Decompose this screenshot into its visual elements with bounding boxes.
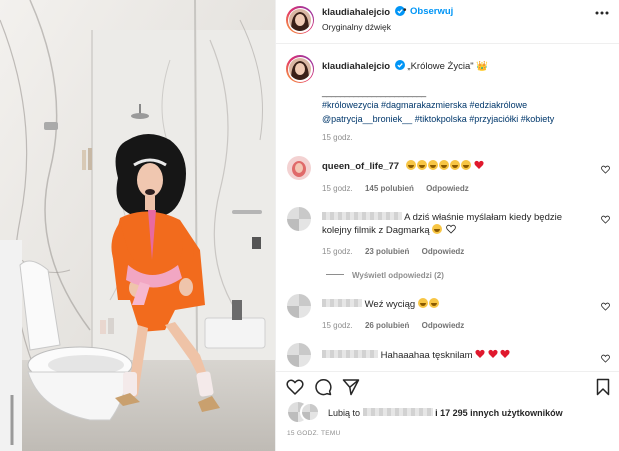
laughing-emoji-icon xyxy=(427,160,438,170)
verified-badge-icon xyxy=(394,60,405,70)
caption-hashtags: #królowezycia #dagmarakazmierska #edziak… xyxy=(322,98,582,126)
caption-avatar xyxy=(289,58,311,80)
comment-4-text: Hahaaahaa tęsknilam xyxy=(380,350,473,361)
comment-2-meta: 15 godz. 23 polubień Odpowiedz xyxy=(322,247,464,256)
red-heart-emoji-icon xyxy=(488,349,498,358)
comment-3-meta: 15 godz. 26 polubień Odpowiedz xyxy=(322,321,464,330)
header-username[interactable]: klaudiahalejcio xyxy=(322,6,405,18)
laughing-emoji-icon xyxy=(405,160,416,170)
comment-3-likes[interactable]: 26 polubień xyxy=(365,321,409,330)
heart-icon[interactable] xyxy=(601,302,610,311)
comment-2-likes[interactable]: 23 polubień xyxy=(365,247,409,256)
likes-summary: Lubią to i 17 295 innych użytkowników xyxy=(328,408,563,418)
caption-username[interactable]: klaudiahalejcio xyxy=(322,61,390,72)
header-avatar xyxy=(289,9,311,31)
follow-button[interactable]: Obserwuj xyxy=(410,6,453,17)
comment-1-body: queen_of_life_77 xyxy=(322,160,484,172)
comment-3-time[interactable]: 15 godz. xyxy=(322,321,353,330)
heart-icon[interactable] xyxy=(601,354,610,363)
comment-1-meta: 15 godz. 145 polubień Odpowiedz xyxy=(322,184,469,193)
laughing-emoji-icon xyxy=(438,160,449,170)
header-username-text[interactable]: klaudiahalejcio xyxy=(322,7,390,18)
header-divider xyxy=(276,43,619,44)
heart-icon[interactable] xyxy=(601,215,610,224)
likes-count[interactable]: i 17 295 innych użytkowników xyxy=(435,408,563,418)
caption-avatar-ring[interactable] xyxy=(286,55,314,83)
liker-name-blurred[interactable] xyxy=(362,408,433,416)
caption-time[interactable]: 15 godz. xyxy=(322,133,353,142)
comment-2-text-2: kolejny filmik z Dagmarką xyxy=(322,225,430,236)
comment-1-time[interactable]: 15 godz. xyxy=(322,184,353,193)
laughing-emoji-icon xyxy=(416,160,427,170)
laughing-emoji-icon xyxy=(449,160,460,170)
comment-avatar[interactable] xyxy=(287,156,311,180)
grinning-emoji-icon xyxy=(417,298,428,308)
red-heart-emoji-icon xyxy=(500,349,511,358)
bookmark-icon[interactable] xyxy=(594,378,612,396)
comment-avatar[interactable] xyxy=(287,294,311,318)
liker-avatar[interactable] xyxy=(300,402,320,422)
heart-icon[interactable] xyxy=(601,165,610,174)
comment-2-reply-button[interactable]: Odpowiedz xyxy=(422,247,465,256)
grinning-emoji-icon xyxy=(432,224,443,234)
comment-3-body: Weź wyciąg xyxy=(322,298,440,310)
comment-3-reply-button[interactable]: Odpowiedz xyxy=(422,321,465,330)
comment-2-time[interactable]: 15 godz. xyxy=(322,247,353,256)
caption-line: klaudiahalejcio „Królowe Życia" 👑 xyxy=(322,60,488,72)
like-heart-icon[interactable] xyxy=(286,378,304,396)
caption-divider-line: _______________________ xyxy=(322,87,426,97)
red-heart-emoji-icon xyxy=(474,160,484,169)
comment-4-username-blurred[interactable] xyxy=(322,350,378,358)
likes-prefix: Lubią to xyxy=(328,408,361,418)
header-avatar-ring[interactable] xyxy=(286,6,314,34)
laughing-emoji-icon xyxy=(460,160,471,170)
comment-icon[interactable] xyxy=(314,378,332,396)
post-time[interactable]: 15 GODZ. TEMU xyxy=(287,430,341,437)
red-heart-emoji-icon xyxy=(475,349,485,358)
comment-3-text: Weź wyciąg xyxy=(364,299,416,310)
comment-1-likes[interactable]: 145 polubień xyxy=(365,184,414,193)
comment-2-body: A dziś właśnie myślałam kiedy będzie kol… xyxy=(322,211,562,237)
comment-avatar[interactable] xyxy=(287,207,311,231)
share-icon[interactable] xyxy=(342,378,360,396)
caption-text: „Królowe Życia" 👑 xyxy=(407,61,489,72)
header-separator: • xyxy=(403,5,407,16)
grinning-emoji-icon xyxy=(428,298,439,308)
comment-3-username-blurred[interactable] xyxy=(322,299,362,307)
white-heart-emoji-icon xyxy=(446,224,456,234)
comment-avatar[interactable] xyxy=(287,343,311,367)
audio-label[interactable]: Oryginalny dźwięk xyxy=(322,22,391,32)
comment-1-emojis xyxy=(405,160,485,172)
comment-1-reply-button[interactable]: Odpowiedz xyxy=(426,184,469,193)
post-panel: klaudiahalejcio • Obserwuj Oryginalny dź… xyxy=(275,0,619,451)
hashtags-line-2[interactable]: @patrycja__broniek__ #tiktokpolska #przy… xyxy=(322,112,582,126)
comment-1-username[interactable]: queen_of_life_77 xyxy=(322,161,399,172)
comment-2-text-1: A dziś właśnie myślałam kiedy będzie xyxy=(404,212,562,223)
comment-4-body: Hahaaahaa tęsknilam xyxy=(322,349,511,361)
more-options-icon[interactable] xyxy=(595,10,609,16)
media-photo xyxy=(0,0,275,451)
post-media[interactable] xyxy=(0,0,275,451)
actions-divider xyxy=(276,371,619,372)
view-replies-button[interactable]: Wyświetl odpowiedzi (2) xyxy=(326,271,444,280)
hashtags-line-1[interactable]: #królowezycia #dagmarakazmierska #edziak… xyxy=(322,98,582,112)
comment-2-username-blurred[interactable] xyxy=(322,212,402,220)
